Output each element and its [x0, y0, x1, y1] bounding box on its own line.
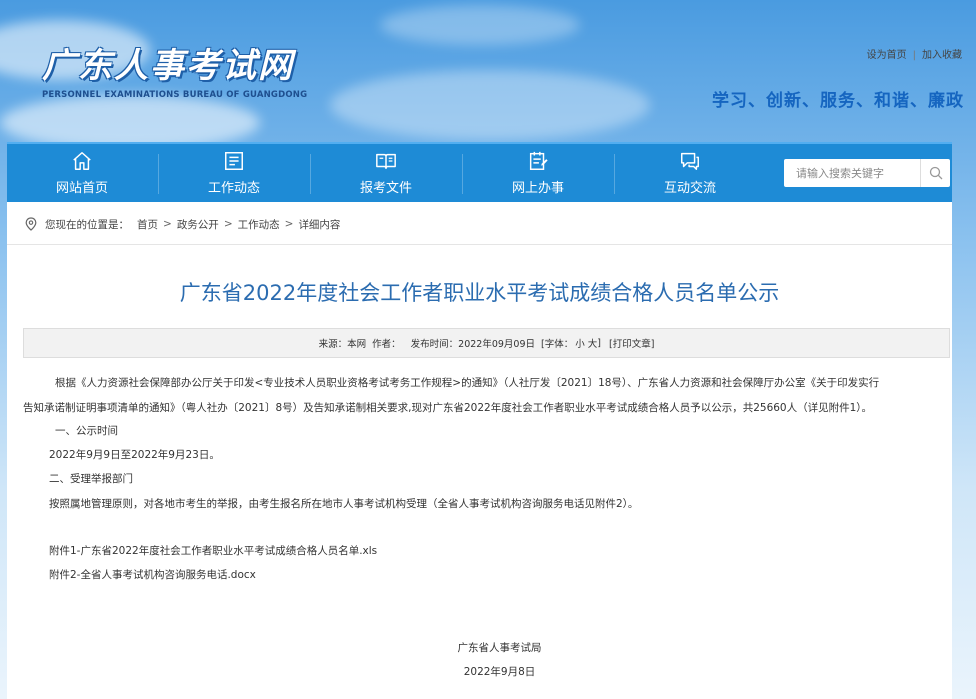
breadcrumb-item-home[interactable]: 首页	[137, 217, 158, 232]
breadcrumb: 您现在的位置是： 首页 > 政务公开 > 工作动态 > 详细内容	[7, 202, 952, 246]
nav-item-exam-docs[interactable]: 报考文件	[311, 144, 461, 202]
font-large-button[interactable]: 大	[588, 336, 598, 350]
nav-item-label: 报考文件	[359, 181, 412, 196]
chat-icon	[681, 152, 699, 170]
nav-item-work-news[interactable]: 工作动态	[159, 144, 309, 202]
main-nav: 网站首页 工作动态 报考文件 网上办事 互动交流	[7, 142, 952, 202]
meta-date-label: 发布时间：	[410, 339, 459, 350]
nav-item-label: 工作动态	[207, 181, 260, 196]
breadcrumb-separator: >	[223, 218, 233, 230]
meta-source-value: 本网	[347, 339, 367, 350]
nav-item-label: 网上办事	[511, 181, 564, 196]
nav-item-interaction[interactable]: 互动交流	[615, 144, 765, 202]
search-button[interactable]	[920, 159, 950, 187]
breadcrumb-separator: >	[284, 218, 294, 230]
nav-item-label: 互动交流	[663, 181, 716, 196]
home-icon	[73, 152, 91, 170]
search-box	[784, 159, 950, 187]
article-title: 广东省2022年度社会工作者职业水平考试成绩合格人员名单公示	[179, 281, 780, 305]
breadcrumb-divider	[7, 244, 952, 245]
font-small-button[interactable]: 小	[575, 336, 585, 350]
breadcrumb-item-gov-affairs[interactable]: 政务公开	[177, 217, 219, 232]
breadcrumb-separator: >	[163, 218, 172, 230]
breadcrumb-item-detail: 详细内容	[298, 218, 341, 231]
breadcrumb-prefix: 您现在的位置是：	[45, 218, 129, 231]
meta-date-value: 2022年09月09日	[458, 339, 536, 350]
article-meta-bar: 来源： 本网 作者： 发布时间： 2022年09月09日 [字体： 小 大 ] …	[23, 328, 950, 358]
search-icon	[929, 166, 942, 180]
section-text: 2022年9月9日至2022年9月23日。	[49, 449, 220, 461]
add-favorite-link[interactable]: 加入收藏	[922, 50, 962, 61]
site-slogan: 学习、创新、服务、和谐、廉政	[712, 91, 964, 111]
header-banner: 广东人事考试网 PERSONNEL EXAMINATIONS BUREAU OF…	[0, 0, 976, 142]
search-input[interactable]	[784, 159, 918, 187]
article-paragraph-line: 告知承诺制证明事项清单的通知》（粤人社办〔2021〕8号）及告知承诺制相关要求,…	[23, 402, 873, 414]
meta-font-close: ]	[597, 337, 601, 349]
cloud-decoration	[0, 95, 260, 142]
section-heading: 二、受理举报部门	[49, 473, 133, 485]
content-panel: 您现在的位置是： 首页 > 政务公开 > 工作动态 > 详细内容 广东省2022…	[7, 202, 952, 699]
attachment-link[interactable]: 附件2-全省人事考试机构咨询服务电话.docx	[23, 566, 943, 584]
meta-source-label: 来源：	[318, 339, 348, 350]
signature-date: 2022年9月8日	[463, 666, 536, 678]
site-logo-title[interactable]: 广东人事考试网	[42, 38, 294, 87]
signature-org: 广东省人事考试局	[457, 642, 542, 654]
breadcrumb-item-work-news[interactable]: 工作动态	[238, 217, 280, 232]
nav-item-online-services[interactable]: 网上办事	[463, 144, 613, 202]
clipboard-icon	[529, 151, 548, 170]
meta-font-label: [字体：	[541, 339, 574, 350]
set-homepage-link[interactable]: 设为首页	[867, 50, 907, 61]
section-heading: 一、公示时间	[55, 425, 118, 437]
book-icon	[376, 153, 396, 170]
article-paragraph-line: 根据《人力资源社会保障部办公厅关于印发<专业技术人员职业资格考试考务工作规程>的…	[55, 377, 880, 389]
cloud-decoration	[330, 70, 650, 140]
site-logo-subtitle: PERSONNEL EXAMINATIONS BUREAU OF GUANGDO…	[42, 90, 308, 100]
top-links: 设为首页 | 加入收藏	[867, 46, 962, 61]
top-links-separator: |	[912, 50, 916, 61]
section-text: 按照属地管理原则，对各地市考生的举报，由考生报名所在地市人事考试机构受理（全省人…	[49, 498, 639, 510]
nav-item-label: 网站首页	[55, 181, 108, 196]
attachment-link[interactable]: 附件1-广东省2022年度社会工作者职业水平考试成绩合格人员名单.xls	[23, 542, 943, 560]
nav-item-home[interactable]: 网站首页	[7, 144, 157, 202]
print-article-button[interactable]: [打印文章]	[609, 336, 654, 350]
location-pin-icon	[25, 217, 37, 231]
newspaper-icon	[225, 152, 243, 170]
cloud-decoration	[380, 5, 580, 45]
meta-author-label: 作者：	[372, 339, 401, 350]
